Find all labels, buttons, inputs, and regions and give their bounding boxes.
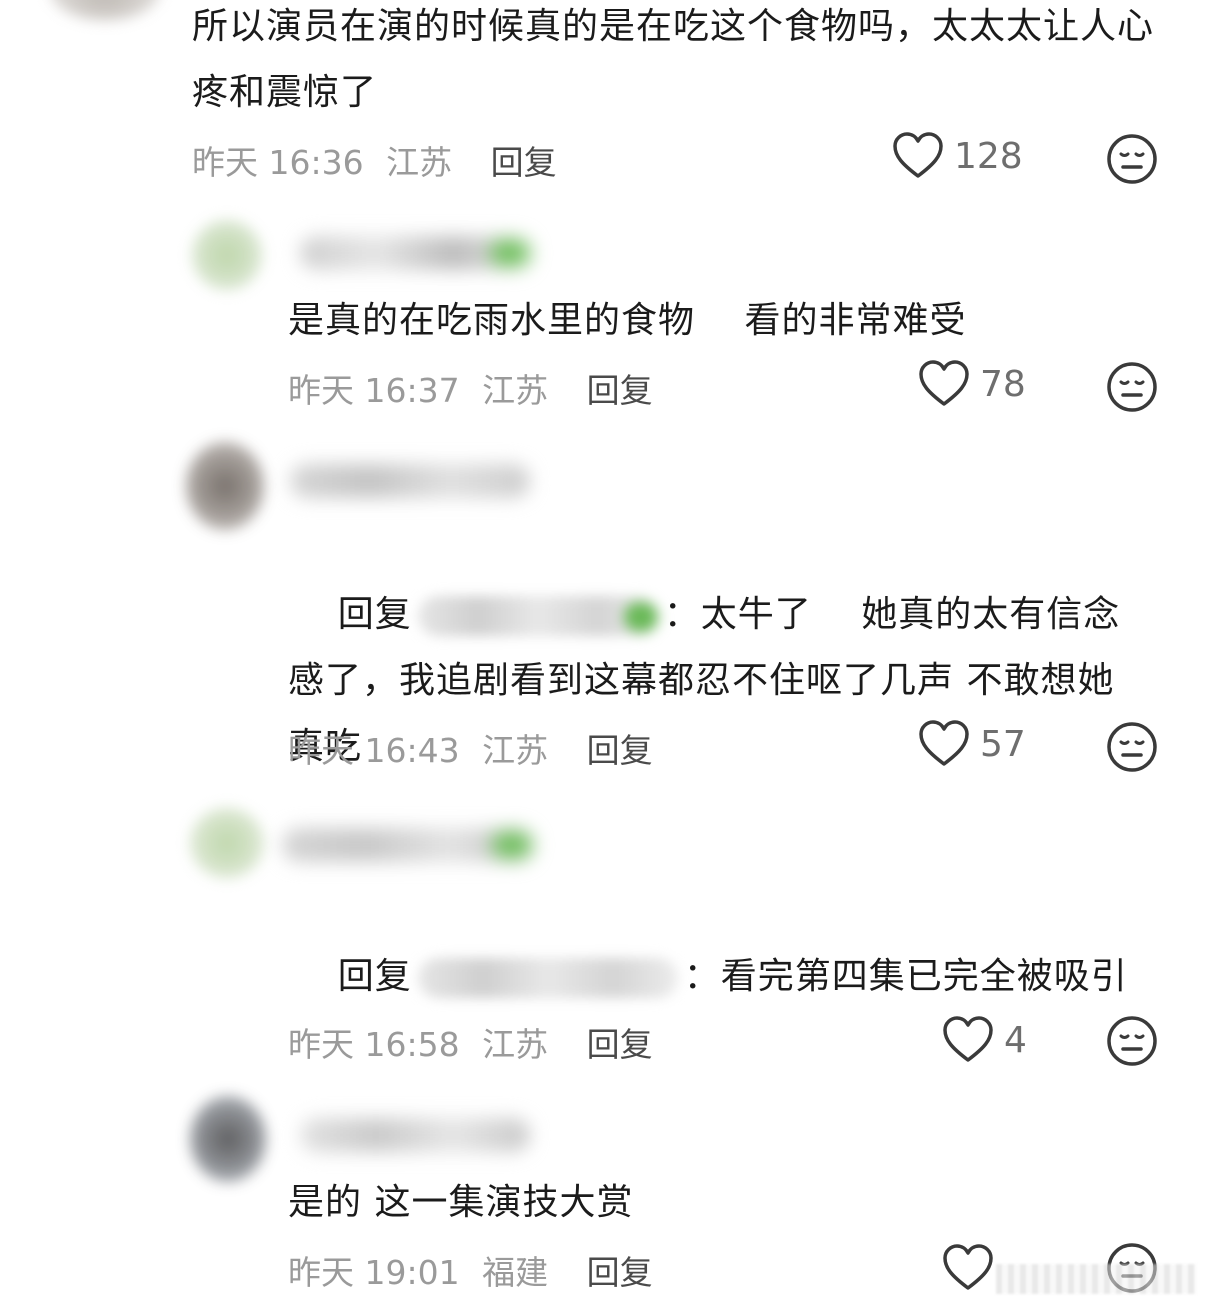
comment-meta: 昨天 19:01 福建 回复 — [288, 1246, 653, 1294]
comment-time: 16:58 — [364, 1025, 460, 1064]
comment-meta: 昨天 16:37 江苏 回复 — [288, 364, 653, 412]
username-redacted[interactable] — [300, 236, 530, 270]
reply-button[interactable]: 回复 — [587, 371, 653, 410]
comment-time: 16:43 — [364, 731, 460, 770]
comment-time: 16:36 — [268, 143, 364, 182]
face-icon — [1106, 133, 1158, 185]
avatar[interactable] — [190, 1096, 266, 1182]
reply-button[interactable]: 回复 — [587, 731, 653, 770]
heart-icon — [918, 360, 970, 408]
comment-location: 江苏 — [482, 371, 549, 410]
comment-meta: 昨天 16:58 江苏 回复 — [288, 1018, 653, 1066]
username-redacted[interactable] — [290, 464, 530, 498]
reply-prefix: 回复 — [337, 956, 412, 997]
heart-icon — [918, 720, 970, 768]
mention-redacted[interactable] — [417, 958, 678, 998]
reply-button[interactable]: 回复 — [587, 1025, 653, 1064]
comment-time: 16:37 — [364, 371, 460, 410]
comment-location: 福建 — [482, 1253, 549, 1292]
username-redacted[interactable] — [282, 828, 532, 862]
comment-text: 是的 这一集演技大赏 — [288, 1182, 634, 1223]
like-button[interactable] — [942, 1244, 1004, 1292]
comment-location: 江苏 — [482, 731, 549, 770]
like-button[interactable]: 128 — [892, 132, 1023, 180]
face-icon — [1106, 361, 1158, 413]
reply-prefix: 回复 — [337, 594, 412, 635]
like-count: 128 — [954, 135, 1023, 177]
comment-location: 江苏 — [386, 143, 453, 182]
comment-text: 是真的在吃雨水里的食物 看的非常难受 — [288, 300, 967, 341]
dislike-button[interactable] — [1106, 1015, 1158, 1067]
watermark — [996, 1264, 1196, 1294]
dislike-button[interactable] — [1106, 721, 1158, 773]
comment-date: 昨天 — [288, 731, 354, 770]
avatar[interactable] — [50, 0, 160, 20]
face-icon — [1106, 721, 1158, 773]
mention-redacted[interactable] — [417, 596, 658, 636]
face-icon — [1106, 1015, 1158, 1067]
comment-date: 昨天 — [288, 371, 354, 410]
like-button[interactable]: 57 — [918, 720, 1026, 768]
comment-date: 昨天 — [288, 1253, 354, 1292]
like-count: 4 — [1004, 1019, 1027, 1061]
comment-item: 所以演员在演的时候真的是在吃这个食物吗，太太太让人心疼和震惊了 昨天 16:36… — [0, 0, 1206, 200]
dislike-button[interactable] — [1106, 361, 1158, 413]
comment-time: 19:01 — [364, 1253, 460, 1292]
avatar[interactable] — [190, 808, 264, 878]
reply-item: 回复 ：看完第四集已完全被吸引 昨天 16:58 江苏 回复 4 — [0, 790, 1206, 1080]
comment-body: ：看完第四集已完全被吸引 — [683, 956, 1128, 997]
avatar[interactable] — [186, 442, 264, 530]
comment-text: 所以演员在演的时候真的是在吃这个食物吗，太太太让人心疼和震惊了 — [192, 6, 1155, 113]
dislike-button[interactable] — [1106, 133, 1158, 185]
like-count: 57 — [980, 723, 1026, 765]
comment-location: 江苏 — [482, 1025, 549, 1064]
reply-button[interactable]: 回复 — [491, 143, 557, 182]
reply-item: 回复 ：太牛了 她真的太有信念感了，我追剧看到这幕都忍不住呕了几声 不敢想她真吃 … — [0, 430, 1206, 790]
username-redacted[interactable] — [300, 1118, 530, 1152]
comment-meta: 昨天 16:36 江苏 回复 — [192, 136, 557, 184]
reply-button[interactable]: 回复 — [587, 1253, 653, 1292]
comment-date: 昨天 — [192, 143, 258, 182]
heart-icon — [942, 1016, 994, 1064]
comment-date: 昨天 — [288, 1025, 354, 1064]
comment-meta: 昨天 16:43 江苏 回复 — [288, 724, 653, 772]
avatar[interactable] — [192, 220, 262, 290]
like-button[interactable]: 4 — [942, 1016, 1027, 1064]
heart-icon — [892, 132, 944, 180]
like-count: 78 — [980, 363, 1026, 405]
heart-icon — [942, 1244, 994, 1292]
like-button[interactable]: 78 — [918, 360, 1026, 408]
reply-item: 是真的在吃雨水里的食物 看的非常难受 昨天 16:37 江苏 回复 78 — [0, 200, 1206, 430]
